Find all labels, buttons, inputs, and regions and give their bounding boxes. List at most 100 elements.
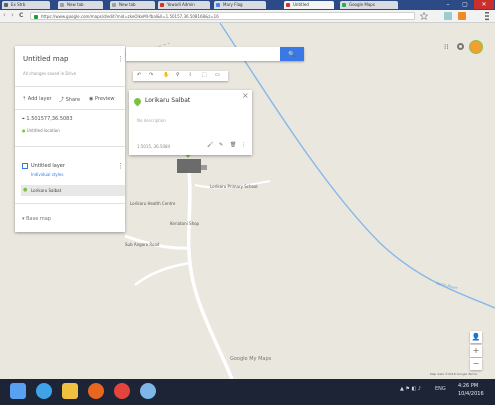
extension-icon[interactable] bbox=[458, 12, 466, 20]
search-button[interactable]: 🔍 bbox=[280, 47, 304, 61]
minimize-button[interactable]: – bbox=[440, 0, 456, 9]
browser-tab-1[interactable]: Ex Strb bbox=[2, 1, 50, 9]
chevron-down-icon: ▾ bbox=[22, 216, 25, 222]
language-indicator[interactable]: ENG bbox=[435, 386, 446, 392]
edit-icon[interactable]: ✎ bbox=[219, 142, 223, 148]
add-marker-icon[interactable]: ⚲ bbox=[176, 72, 180, 78]
delete-icon[interactable]: 🗑 bbox=[230, 142, 236, 148]
divider bbox=[15, 86, 125, 87]
feature-coords: 1.5015, 36.5084 bbox=[137, 144, 171, 149]
browser-tab-3[interactable]: New tab bbox=[110, 1, 155, 9]
edit-toolbar: ↶ ↷ ✋ ⚲ ⌇ ⬚ ▭ bbox=[133, 71, 228, 81]
clock-time[interactable]: 4:26 PM bbox=[458, 383, 478, 389]
browser-tab-6[interactable]: Untitled bbox=[284, 1, 334, 9]
tab-favicon-icon bbox=[60, 3, 64, 7]
add-layer-label: Add layer bbox=[27, 96, 52, 102]
address-bar[interactable]: https://www.google.com/maps/d/edit?mid=z… bbox=[30, 12, 415, 20]
map-attribution: Map data ©2016 Google Terms bbox=[430, 372, 477, 376]
start-button-icon[interactable] bbox=[10, 383, 26, 399]
layer-name[interactable]: Untitled layer bbox=[31, 163, 65, 169]
hand-tool-icon[interactable]: ✋ bbox=[163, 72, 169, 78]
draw-line-icon[interactable]: ⌇ bbox=[189, 72, 191, 78]
map-label-center: Lorikaru Health Centre bbox=[130, 201, 176, 206]
street-view-icon[interactable]: 👤 bbox=[470, 331, 482, 343]
browser-tab-2[interactable]: New tab bbox=[58, 1, 103, 9]
back-button[interactable]: ‹ bbox=[3, 11, 6, 19]
more-icon[interactable]: ⋮ bbox=[241, 142, 246, 148]
map-label-shop: Keriatoni Shop bbox=[170, 221, 200, 226]
building-shape bbox=[177, 159, 201, 173]
avatar[interactable] bbox=[469, 40, 483, 54]
extension-icon[interactable] bbox=[444, 12, 452, 20]
search-icon: 🔍 bbox=[288, 51, 296, 58]
road-line bbox=[186, 162, 234, 379]
firefox-icon[interactable] bbox=[88, 383, 104, 399]
layer-options-icon[interactable]: ⋮ bbox=[117, 162, 124, 170]
map-search-box[interactable] bbox=[126, 47, 304, 61]
search-input[interactable] bbox=[126, 47, 276, 61]
tab-favicon-icon bbox=[4, 3, 8, 7]
close-window-button[interactable]: ✕ bbox=[474, 0, 494, 9]
share-icon: ⤴ bbox=[59, 97, 65, 103]
road-line bbox=[134, 261, 191, 286]
tab-favicon-icon bbox=[286, 3, 290, 7]
tab-label: New tab bbox=[67, 2, 84, 7]
close-icon[interactable]: × bbox=[242, 91, 249, 100]
place-pin-icon: ● bbox=[23, 187, 28, 193]
add-layer-icon: ⇡ bbox=[22, 96, 27, 102]
base-map-label: Base map bbox=[26, 216, 51, 222]
internet-explorer-icon[interactable] bbox=[36, 383, 52, 399]
feature-title[interactable]: Lorikaru Salbat bbox=[145, 97, 190, 104]
layer-checkbox[interactable] bbox=[22, 163, 28, 169]
chrome-menu-icon[interactable] bbox=[484, 11, 490, 21]
measure-icon[interactable]: ▭ bbox=[215, 72, 220, 78]
base-map-toggle[interactable]: ▾ Base map bbox=[22, 216, 51, 222]
place-name[interactable]: Lorikaru Salbat bbox=[31, 188, 61, 193]
clock-date[interactable]: 10/4/2016 bbox=[458, 391, 484, 397]
file-explorer-icon[interactable] bbox=[62, 383, 78, 399]
tab-favicon-icon bbox=[112, 3, 116, 7]
coordinates-row[interactable]: ⌖ 1.501577,36.5083 bbox=[22, 116, 73, 122]
layer-style-link[interactable]: Individual styles bbox=[31, 172, 63, 177]
tab-favicon-icon bbox=[216, 3, 220, 7]
preview-icon: ◉ bbox=[89, 96, 94, 102]
browser-tab-7[interactable]: Google Maps bbox=[340, 1, 398, 9]
grid-icon[interactable]: ⁞⁞ bbox=[444, 43, 448, 51]
coordinates-text: 1.501577,36.5083 bbox=[26, 116, 73, 122]
feature-pin-icon bbox=[132, 96, 143, 107]
zoom-out-button[interactable]: − bbox=[470, 358, 482, 370]
divider bbox=[15, 109, 125, 110]
preview-button[interactable]: ◉ Preview bbox=[89, 96, 114, 102]
tab-label: Ex Strb bbox=[11, 2, 26, 7]
undo-icon[interactable]: ↶ bbox=[137, 72, 141, 78]
forward-button[interactable]: › bbox=[11, 11, 14, 19]
style-icon[interactable]: 🖌 bbox=[207, 142, 213, 148]
maximize-button[interactable]: ▢ bbox=[457, 0, 473, 9]
browser-tab-strip: Ex Strb New tab New tab Yowadi Admin Mar… bbox=[0, 0, 495, 10]
tab-favicon-icon bbox=[342, 3, 346, 7]
map-layers-panel: Untitled map ⋮ All changes saved in Driv… bbox=[15, 46, 125, 232]
chrome-icon[interactable] bbox=[114, 383, 130, 399]
system-tray[interactable]: ▲ ⚑ ◧ ♪ bbox=[400, 386, 421, 392]
browser-tab-5[interactable]: Mary Flag bbox=[214, 1, 266, 9]
share-button[interactable]: ⤴ Share bbox=[59, 96, 80, 103]
redo-icon[interactable]: ↷ bbox=[149, 72, 153, 78]
star-icon[interactable] bbox=[419, 11, 429, 21]
location-row[interactable]: ● Untitled location bbox=[22, 128, 60, 133]
river-line bbox=[219, 23, 495, 309]
preview-label: Preview bbox=[94, 96, 115, 102]
reload-button[interactable]: C bbox=[19, 12, 23, 19]
map-title[interactable]: Untitled map bbox=[15, 55, 125, 63]
add-layer-button[interactable]: ⇡ Add layer bbox=[22, 96, 52, 102]
media-player-icon[interactable] bbox=[140, 383, 156, 399]
share-label: Share bbox=[65, 97, 81, 103]
directions-icon[interactable]: ⬚ bbox=[202, 72, 207, 78]
tab-label: Mary Flag bbox=[223, 2, 243, 7]
tab-favicon-icon bbox=[160, 3, 164, 7]
map-options-icon[interactable]: ⋮ bbox=[117, 55, 124, 63]
tab-label: Untitled bbox=[293, 2, 309, 7]
settings-icon[interactable] bbox=[457, 43, 464, 50]
browser-tab-4[interactable]: Yowadi Admin bbox=[158, 1, 210, 9]
google-logo: Google My Maps bbox=[230, 356, 272, 362]
zoom-in-button[interactable]: + bbox=[470, 345, 482, 357]
